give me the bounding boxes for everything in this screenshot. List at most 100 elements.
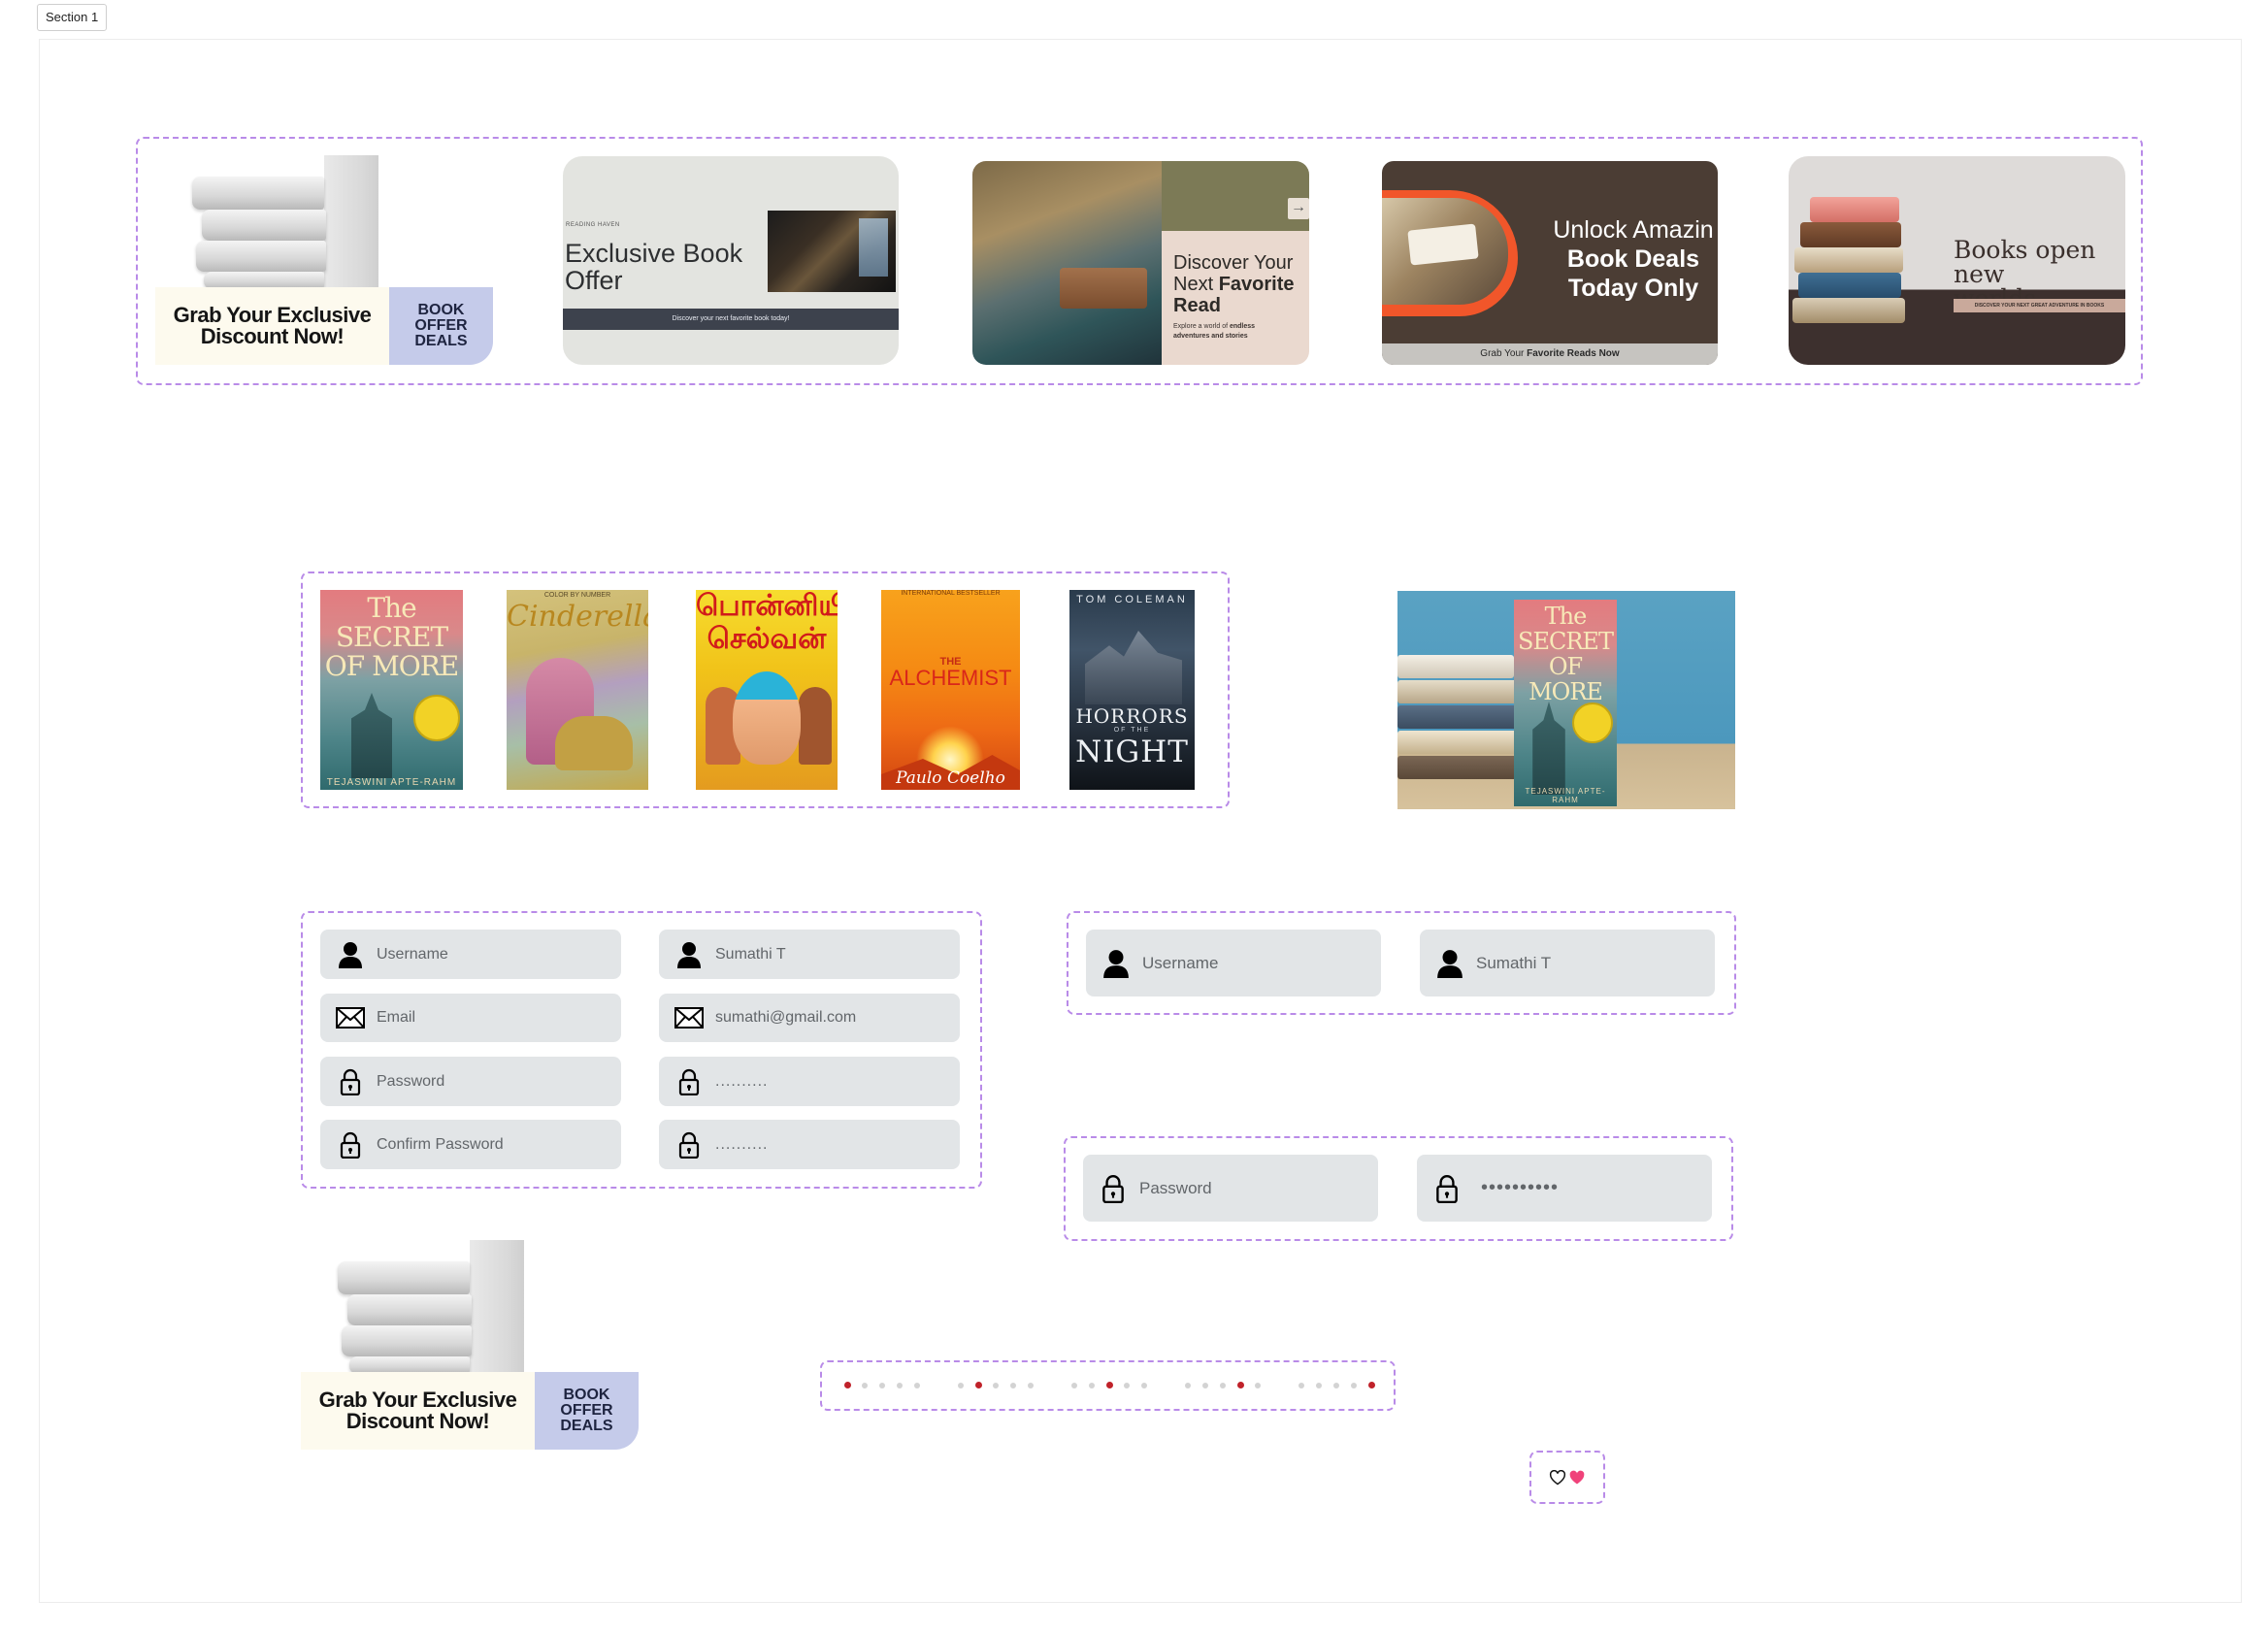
pagination-dot[interactable]	[1071, 1383, 1077, 1388]
password-input-large[interactable]: Password	[1083, 1155, 1378, 1222]
username-placeholder: Username	[1142, 953, 1219, 972]
email-input-filled[interactable]: sumathi@gmail.com	[659, 994, 960, 1042]
pagination-dot-active[interactable]	[975, 1382, 982, 1388]
cover-title: பொன்னியின்செல்வன்	[696, 590, 838, 656]
cover-title-line-3: OF MORE	[324, 650, 459, 682]
pagination-dot[interactable]	[1141, 1383, 1147, 1388]
lock-icon	[336, 1130, 365, 1159]
user-icon	[336, 940, 365, 969]
username-value: Sumathi T	[715, 945, 786, 963]
banner-top-panel	[1162, 161, 1309, 231]
promo-banner-discover-read[interactable]: → Discover Your Next Favorite Read Explo…	[972, 161, 1309, 365]
password-placeholder: Password	[377, 1072, 445, 1090]
pagination-dot[interactable]	[1255, 1383, 1261, 1388]
figure-illustration	[799, 687, 832, 765]
promo-headline: Grab Your Exclusive Discount Now!	[155, 287, 389, 365]
pagination-dot[interactable]	[993, 1383, 999, 1388]
promo-banner-books-worlds[interactable]: Books open newworlds DISCOVER YOUR NEXT …	[1789, 156, 2125, 365]
pagination-dot[interactable]	[1028, 1383, 1034, 1388]
banner-title-line-1: Exclusive Book	[565, 239, 743, 268]
badge-line-1: BOOK	[563, 1387, 610, 1403]
section-label[interactable]: Section 1	[37, 4, 108, 31]
building-illustration	[351, 693, 392, 778]
username-value: Sumathi T	[1476, 953, 1552, 972]
cover-title-line-2: செல்வன்	[707, 623, 827, 655]
password-input-large-filled[interactable]: ••••••••••	[1417, 1155, 1712, 1222]
username-input-filled[interactable]: Sumathi T	[659, 930, 960, 979]
arrow-right-icon[interactable]: →	[1288, 198, 1309, 219]
banner-eyebrow: READING HAVEN	[566, 222, 620, 228]
book-cover-alchemist[interactable]: INTERNATIONAL BESTSELLER THE ALCHEMIST P…	[881, 590, 1020, 790]
badge-line-3: DEALS	[414, 333, 468, 349]
promo-banner-books-offer[interactable]: Grab Your Exclusive Discount Now! BOOK OFF…	[155, 153, 493, 365]
password-input-filled[interactable]: ..........	[659, 1057, 960, 1106]
queen-illustration	[733, 671, 801, 765]
pagination-dot-active[interactable]	[1237, 1382, 1244, 1388]
subtext-a: Explore a world of	[1173, 323, 1230, 330]
heart-filled-icon[interactable]	[1568, 1470, 1586, 1486]
book-cover-secret-of-more[interactable]: The SECRET OF MORE TEJASWINI APTE-RAHM	[320, 590, 463, 790]
pagination-dot[interactable]	[1124, 1383, 1130, 1388]
cover-title: The SECRET OF MORE	[320, 594, 463, 681]
banner-title: Exclusive Book Offer	[565, 240, 742, 294]
password-masked-value: ..........	[715, 1072, 769, 1090]
favorite-toggle-frame	[1529, 1451, 1605, 1504]
password-input[interactable]: Password	[320, 1057, 621, 1106]
username-input[interactable]: Username	[320, 930, 621, 979]
lock-icon	[1432, 1174, 1462, 1203]
pagination-dot[interactable]	[862, 1383, 868, 1388]
cover-series: COLOR BY NUMBER	[543, 592, 611, 599]
banner-title-line-2: Offer	[565, 266, 623, 295]
headline-line-2a: Next	[1173, 274, 1219, 295]
promo-banner-small[interactable]: Grab Your Exclusive Discount Now! BOOK OFF…	[301, 1238, 639, 1450]
heart-outline-icon[interactable]	[1549, 1469, 1566, 1486]
username-input-large-filled[interactable]: Sumathi T	[1420, 930, 1715, 996]
pagination-dot[interactable]	[1202, 1383, 1208, 1388]
pagination-dot[interactable]	[1089, 1383, 1095, 1388]
pagination-dot[interactable]	[1220, 1383, 1226, 1388]
pagination-dot[interactable]	[1333, 1383, 1339, 1388]
pagination-dot[interactable]	[879, 1383, 885, 1388]
open-book-photo	[1382, 198, 1508, 305]
book-cover-horrors-of-the-night[interactable]: TOM COLEMAN HORRORS OF THE NIGHT	[1069, 590, 1195, 790]
email-input[interactable]: Email	[320, 994, 621, 1042]
cover-title: ALCHEMIST	[889, 666, 1012, 690]
book-cover-ponniyin-selvan[interactable]: பொன்னியின்செல்வன்	[696, 590, 838, 790]
lock-icon	[336, 1067, 365, 1096]
banner-headline: Unlock Amazin Book Deals Today Only	[1541, 215, 1718, 303]
pagination-dot[interactable]	[958, 1383, 964, 1388]
cover-title-line-2: NIGHT	[1075, 735, 1189, 769]
book-stack-illustration	[316, 1238, 524, 1374]
book-cover-cinderella[interactable]: COLOR BY NUMBER Cinderella	[507, 590, 648, 790]
promo-banner-unlock-deals[interactable]: Unlock Amazin Book Deals Today Only Grab…	[1382, 161, 1718, 365]
confirm-password-input-filled[interactable]: ..........	[659, 1120, 960, 1169]
cover-title-line-2: SECRET	[1518, 628, 1614, 655]
subtext-b: endless	[1229, 323, 1256, 330]
promo-badge: BOOK OFFER DEALS	[535, 1372, 639, 1450]
username-input-large[interactable]: Username	[1086, 930, 1381, 996]
pagination-dot[interactable]	[914, 1383, 920, 1388]
award-seal-icon	[1572, 702, 1613, 743]
pagination-dot[interactable]	[1351, 1383, 1357, 1388]
building-illustration	[1532, 702, 1565, 795]
pagination-dot[interactable]	[1316, 1383, 1322, 1388]
confirm-password-input[interactable]: Confirm Password	[320, 1120, 621, 1169]
award-seal-icon	[413, 695, 460, 741]
pagination-dot[interactable]	[1185, 1383, 1191, 1388]
pagination-dot[interactable]	[1298, 1383, 1304, 1388]
pagination-dot-active[interactable]	[1106, 1382, 1113, 1388]
haunted-house-illustration	[1085, 631, 1182, 704]
book-mockup-image[interactable]: The SECRET OF MORE TEJASWINI APTE-RAHM	[1397, 591, 1735, 809]
pagination-dot-active[interactable]	[844, 1382, 851, 1388]
pagination-dot[interactable]	[897, 1383, 903, 1388]
headline-line-1: Discover Your	[1173, 252, 1294, 274]
banner-title-line-1: Books open new	[1954, 236, 2096, 288]
banner-subtext: Explore a world of endless adventures and…	[1173, 322, 1280, 342]
pagination-dot[interactable]	[1010, 1383, 1016, 1388]
promo-banner-exclusive-offer[interactable]: READING HAVEN Exclusive Book Offer Discov…	[563, 156, 899, 365]
cover-title-joiner: OF THE	[1113, 727, 1151, 734]
promo-badge: BOOK OFFER DEALS	[389, 287, 493, 365]
headline-line-3: Today Only	[1567, 275, 1699, 302]
pagination-dot-active[interactable]	[1368, 1382, 1375, 1388]
headline-line-2: Book Deals	[1566, 245, 1700, 273]
